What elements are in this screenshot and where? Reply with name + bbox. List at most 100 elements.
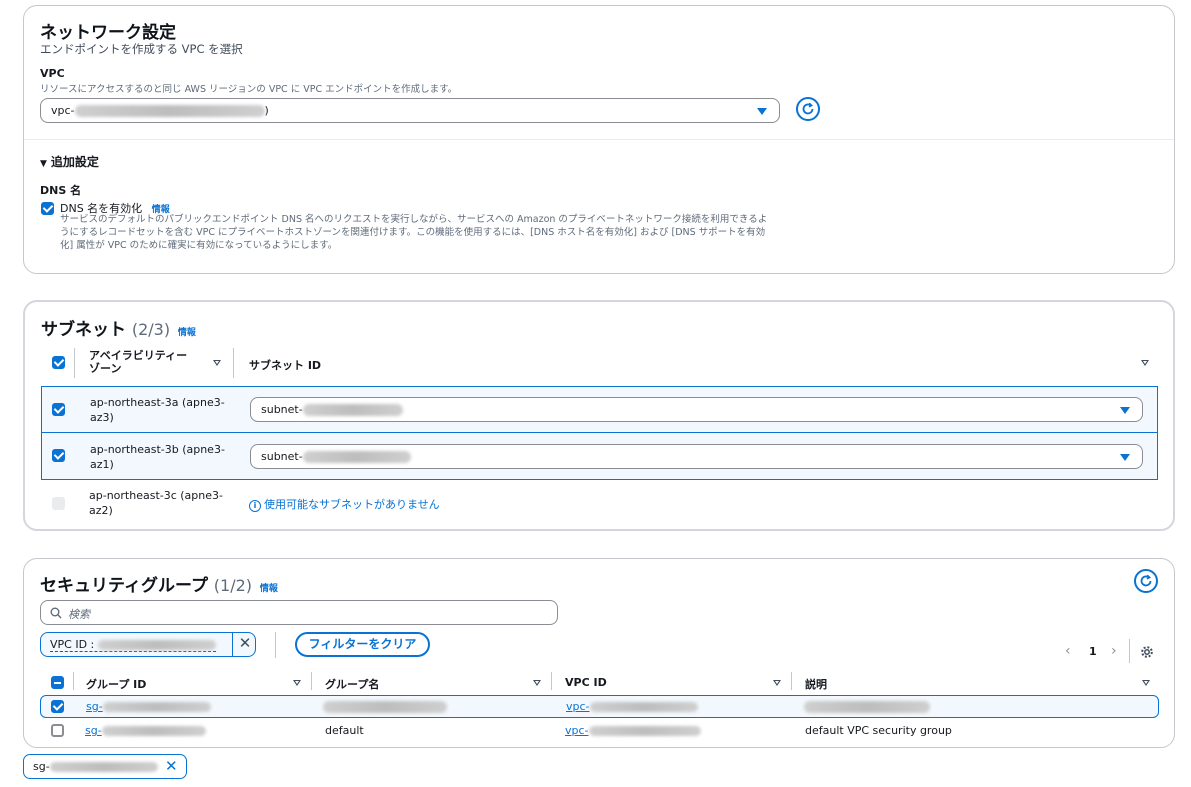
remove-filter-button[interactable]: ✕: [232, 632, 257, 657]
refresh-icon: [1140, 574, 1152, 587]
sort-icon[interactable]: [293, 680, 301, 686]
sg-description-redacted: [804, 701, 930, 713]
vpc-select-suffix: ): [264, 104, 269, 117]
subnet-row[interactable]: ap-northeast-3a (apne3- az3) subnet-: [41, 386, 1158, 433]
column-divider: [791, 672, 792, 690]
subnet-select-prefix: subnet-: [261, 450, 303, 463]
sg-row-checkbox[interactable]: [51, 724, 64, 737]
col-header-description[interactable]: 説明: [805, 676, 827, 692]
sg-id-prefix: sg-: [86, 700, 103, 713]
subnet-az: ap-northeast-3b (apne3- az1): [90, 442, 225, 472]
column-divider: [73, 672, 74, 690]
section-divider: [24, 139, 1174, 140]
chevron-down-icon: [1120, 407, 1130, 414]
prev-page-button[interactable]: ‹: [1065, 643, 1071, 659]
dns-desc-line: うにするレコードセットを含む VPC にプライベートホストゾーンを関連付けます。…: [60, 227, 766, 238]
remove-token-button[interactable]: ✕: [165, 757, 178, 775]
gear-icon[interactable]: [1140, 645, 1154, 659]
subnet-row-checkbox[interactable]: [52, 449, 65, 462]
col-header-group-name[interactable]: グループ名: [325, 676, 379, 692]
search-icon: [50, 607, 62, 619]
dns-description: サービスのデフォルトのパブリックエンドポイント DNS 名へのリクエストを実行し…: [60, 213, 800, 252]
selected-sg-prefix: sg-: [33, 760, 50, 773]
column-divider: [233, 348, 234, 378]
sg-vpc-prefix: vpc-: [566, 700, 590, 713]
sg-search-placeholder: 検索: [68, 608, 90, 621]
sg-refresh-button[interactable]: [1134, 569, 1158, 593]
sg-vpc-redacted: [588, 726, 701, 736]
network-settings-subtitle: エンドポイントを作成する VPC を選択: [40, 42, 243, 56]
refresh-icon: [802, 102, 814, 115]
sort-icon[interactable]: [1141, 360, 1149, 366]
sort-icon[interactable]: [1142, 680, 1150, 686]
dns-heading: DNS 名: [40, 184, 82, 197]
column-divider: [551, 672, 552, 690]
vpc-filter-token: VPC ID : ✕: [40, 632, 256, 657]
select-all-subnets-checkbox[interactable]: [52, 356, 65, 369]
selected-sg-token: sg- ✕: [23, 754, 187, 779]
no-subnet-text: 使用可能なサブネットがありません: [264, 498, 440, 511]
sg-id-redacted: [101, 726, 206, 736]
column-divider: [74, 348, 75, 378]
sg-row-checkbox[interactable]: [51, 700, 64, 713]
vpc-filter-key: VPC ID :: [50, 638, 95, 651]
vpc-description: リソースにアクセスするのと同じ AWS リージョンの VPC に VPC エンド…: [40, 84, 458, 95]
selected-sg-label: sg-: [33, 760, 158, 773]
page-number[interactable]: 1: [1089, 645, 1097, 658]
dns-enable-checkbox[interactable]: [41, 202, 54, 215]
subnets-info-link[interactable]: 情報: [178, 328, 196, 338]
sg-id-redacted: [102, 702, 211, 712]
subnet-select[interactable]: subnet-: [250, 444, 1143, 469]
vpc-select-prefix: vpc-: [51, 104, 75, 117]
subnet-row-checkbox[interactable]: [52, 403, 65, 416]
sg-vpc-prefix: vpc-: [565, 724, 589, 737]
subnet-az-line: az3): [90, 411, 114, 424]
col-header-vpc-id[interactable]: VPC ID: [565, 676, 607, 689]
subnet-az-line: az1): [90, 458, 114, 471]
table-row[interactable]: sg- vpc-: [40, 695, 1159, 718]
subnets-count: (2/3): [131, 320, 171, 339]
sg-group-id-link[interactable]: sg-: [86, 700, 211, 713]
network-settings-title: ネットワーク設定: [40, 23, 176, 43]
vpc-select[interactable]: vpc- ): [40, 98, 780, 123]
sg-group-id-link[interactable]: sg-: [85, 724, 206, 737]
subnet-az-line: ap-northeast-3b (apne3-: [90, 443, 225, 456]
close-icon: ✕: [165, 757, 178, 775]
selected-sg-redacted: [49, 762, 158, 772]
vpc-filter-redacted-value: [97, 640, 216, 650]
sg-group-name-redacted: [323, 701, 447, 713]
no-subnet-message: i 使用可能なサブネットがありません: [249, 496, 440, 512]
vpc-refresh-button[interactable]: [796, 97, 820, 121]
sg-vpc-redacted: [589, 702, 698, 712]
sg-info-link[interactable]: 情報: [260, 584, 278, 594]
subnet-select[interactable]: subnet-: [250, 397, 1143, 422]
clear-filters-button[interactable]: フィルターをクリア: [295, 632, 430, 657]
sort-icon[interactable]: [773, 680, 781, 686]
chevron-down-icon: [1120, 454, 1130, 461]
subnet-row[interactable]: ap-northeast-3b (apne3- az1) subnet-: [41, 432, 1158, 480]
sg-vpc-id-link[interactable]: vpc-: [565, 724, 701, 737]
subnet-redacted-value: [302, 450, 411, 463]
security-group-panel: セキュリティグループ (1/2) 情報 検索 VPC ID : ✕ フィルターを…: [23, 558, 1175, 748]
sg-header: セキュリティグループ (1/2) 情報: [40, 571, 278, 596]
col-header-group-id[interactable]: グループ ID: [86, 676, 146, 692]
dns-desc-line: 化] 属性が VPC のために確実に有効になっているようにします。: [60, 240, 338, 251]
sort-icon[interactable]: [213, 360, 221, 366]
sg-search-input[interactable]: 検索: [40, 600, 558, 625]
caret-down-icon: ▼: [40, 159, 47, 169]
az-column-header[interactable]: アベイラビリティー ゾーン: [89, 349, 187, 375]
subnet-az-line: ap-northeast-3c (apne3-: [89, 489, 223, 502]
additional-settings-toggle[interactable]: ▼ 追加設定: [40, 153, 99, 170]
next-page-button[interactable]: ›: [1111, 643, 1117, 659]
sort-icon[interactable]: [533, 680, 541, 686]
dns-desc-line: サービスのデフォルトのパブリックエンドポイント DNS 名へのリクエストを実行し…: [60, 214, 768, 225]
column-divider: [311, 672, 312, 690]
sg-id-prefix: sg-: [85, 724, 102, 737]
subnet-id-column-header[interactable]: サブネット ID: [249, 357, 321, 373]
chevron-down-icon: [757, 108, 767, 115]
vpc-filter-token-label: VPC ID :: [50, 638, 216, 652]
select-all-sg-checkbox[interactable]: [51, 676, 64, 689]
sg-vpc-id-link[interactable]: vpc-: [566, 700, 698, 713]
az-header-line: ゾーン: [89, 362, 122, 375]
subnets-title: サブネット: [41, 320, 126, 340]
